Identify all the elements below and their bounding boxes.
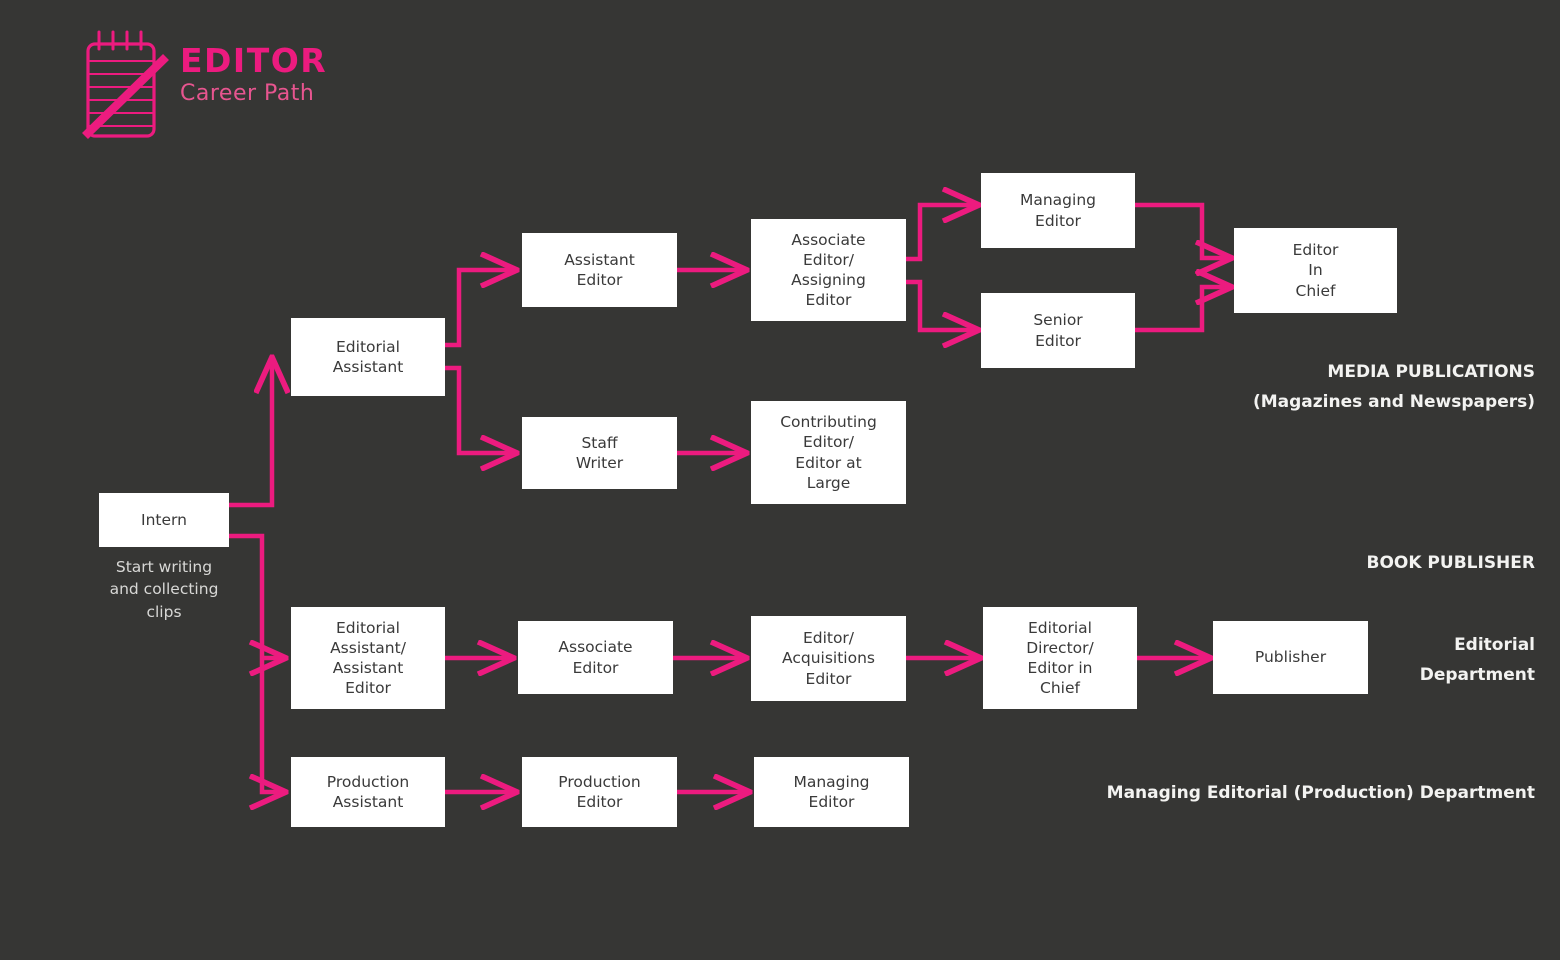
section-label-managing-editorial-production-department: Managing Editorial (Production) Departme… [1106, 783, 1535, 803]
node-managing-editor[interactable]: Managing Editor [981, 173, 1135, 248]
edge-senior-editor-editor-in-chief [1135, 287, 1232, 333]
intern-caption: Start writing and collecting clips [109, 558, 219, 621]
node-production-assistant[interactable]: Production Assistant [291, 757, 445, 827]
node-associate-editor[interactable]: Associate Editor [518, 621, 673, 694]
career-path-diagram: EDITOR Career Path Intern Start writing … [0, 0, 1560, 960]
node-intern[interactable]: Intern [99, 493, 229, 547]
node-managing-editor-production[interactable]: Managing Editor [754, 757, 909, 827]
edge-associate-managing-editor [906, 205, 979, 262]
edge-associate-senior-editor [906, 279, 979, 330]
node-editorial-assistant[interactable]: Editorial Assistant [291, 318, 445, 396]
node-senior-editor[interactable]: Senior Editor [981, 293, 1135, 368]
node-associate-assigning-editor[interactable]: Associate Editor/ Assigning Editor [751, 219, 906, 321]
node-production-editor[interactable]: Production Editor [522, 757, 677, 827]
node-editor-in-chief[interactable]: Editor In Chief [1234, 228, 1397, 313]
edge-intern-editorial-assistant [229, 357, 272, 508]
edge-managing-editor-editor-in-chief [1135, 202, 1232, 258]
edge-editorial-assistant-assistant-editor [445, 270, 517, 348]
node-editorial-assistant-assistant-editor[interactable]: Editorial Assistant/ Assistant Editor [291, 607, 445, 709]
section-label-editorial-department: Editorial Department [1419, 635, 1535, 685]
node-contributing-editor-at-large[interactable]: Contributing Editor/ Editor at Large [751, 401, 906, 504]
node-editor-acquisitions-editor[interactable]: Editor/ Acquisitions Editor [751, 616, 906, 701]
section-label-media-publications: MEDIA PUBLICATIONS (Magazines and Newspa… [1252, 362, 1535, 412]
edge-editorial-assistant-staff-writer [445, 365, 517, 453]
node-assistant-editor[interactable]: Assistant Editor [522, 233, 677, 307]
section-label-book-publisher: BOOK PUBLISHER [1366, 553, 1535, 573]
node-staff-writer[interactable]: Staff Writer [522, 417, 677, 489]
edge-intern-production-assistant [262, 658, 286, 792]
